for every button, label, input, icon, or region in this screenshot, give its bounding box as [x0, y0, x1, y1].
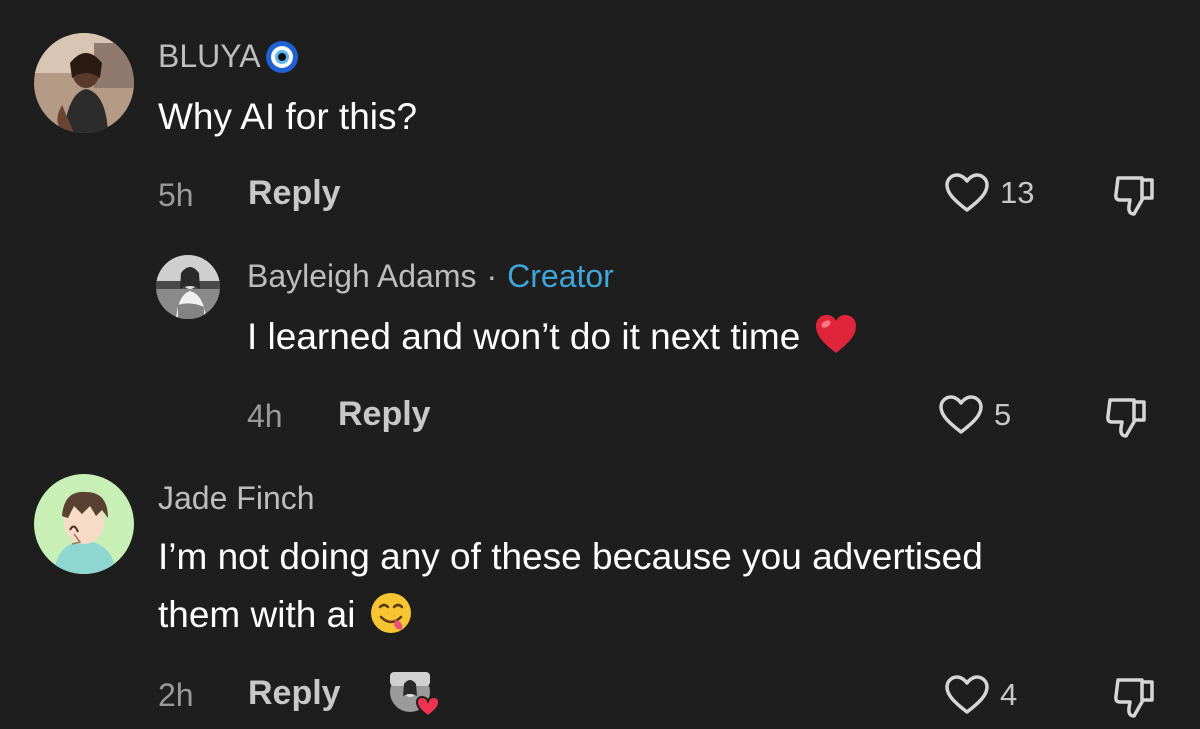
reply-button[interactable]: Reply [338, 395, 431, 434]
face-savoring-food-emoji [369, 591, 413, 635]
comment-timestamp: 4h [247, 398, 283, 434]
creator-liked-badge [388, 670, 442, 720]
thumbs-down-icon [1114, 176, 1154, 216]
reply-button[interactable]: Reply [248, 174, 341, 213]
dislike-button[interactable] [1112, 172, 1158, 218]
separator-dot: · [486, 258, 498, 294]
comment-username[interactable]: Jade Finch [158, 480, 315, 517]
dislike-button[interactable] [1104, 394, 1150, 440]
heart-outline-icon [945, 675, 989, 714]
comment-text: I learned and won’t do it next time [247, 308, 858, 366]
heart-outline-icon [945, 173, 989, 212]
comment-username[interactable]: BLUYA [158, 38, 299, 75]
thumbs-down-icon [1106, 398, 1146, 438]
comment-username[interactable]: Bayleigh Adams · Creator [247, 258, 614, 295]
avatar[interactable] [34, 474, 134, 574]
like-button[interactable]: 13 [944, 172, 1034, 214]
creator-label: Creator [507, 258, 614, 294]
avatar[interactable] [34, 33, 134, 133]
comment-timestamp: 2h [158, 677, 194, 713]
nazar-eye-icon [265, 40, 299, 74]
like-count: 4 [1000, 677, 1018, 712]
dislike-button[interactable] [1112, 674, 1158, 720]
comment-timestamp: 5h [158, 177, 194, 213]
like-button[interactable]: 4 [944, 674, 1017, 716]
comment-text: I’m not doing any of these because you a… [158, 536, 983, 635]
comment-thread: BLUYA Why AI for this? 5h Reply 13 Bayle… [0, 0, 1200, 729]
like-count: 5 [994, 397, 1012, 432]
thumbs-down-icon [1114, 678, 1154, 718]
comment-text: Why AI for this? [158, 96, 418, 137]
red-heart-emoji [814, 313, 858, 357]
reply-button[interactable]: Reply [248, 674, 341, 713]
avatar[interactable] [156, 255, 220, 319]
like-button[interactable]: 5 [938, 394, 1011, 436]
like-count: 13 [1000, 175, 1035, 210]
heart-outline-icon [939, 395, 983, 434]
